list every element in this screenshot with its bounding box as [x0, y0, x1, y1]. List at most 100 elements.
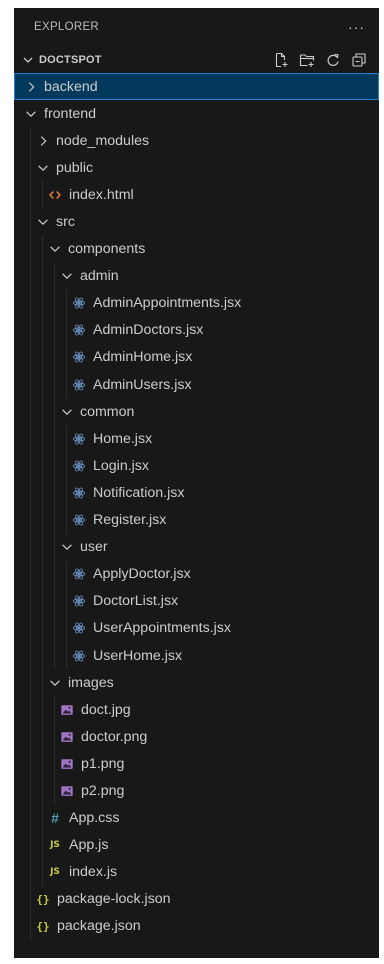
tree-item-label: UserAppointments.jsx [93, 620, 231, 637]
chevron-down-icon [47, 675, 63, 691]
image-icon [59, 783, 75, 799]
tree-item-label: Home.jsx [93, 430, 153, 447]
tree-file[interactable]: UserAppointments.jsx [14, 615, 379, 642]
tree-file[interactable]: AdminHome.jsx [14, 344, 379, 371]
tree-item-label: index.html [69, 186, 134, 203]
tree-item-label: App.css [69, 810, 120, 827]
tree-file[interactable]: ApplyDoctor.jsx [14, 561, 379, 588]
tree-folder[interactable]: common [14, 398, 379, 425]
tree-file[interactable]: Home.jsx [14, 425, 379, 452]
react-icon [71, 512, 87, 528]
tree-item-label: ApplyDoctor.jsx [93, 566, 191, 583]
indent-guide [30, 127, 31, 941]
tree-item-label: images [68, 674, 114, 691]
tree-file[interactable]: AdminUsers.jsx [14, 371, 379, 398]
tree-item-label: Register.jsx [93, 512, 167, 529]
javascript-icon: JS [50, 840, 60, 851]
json-icon: {} [36, 919, 50, 933]
tree-file[interactable]: {} package.json [14, 913, 379, 940]
tree-item-label: public [56, 159, 94, 176]
tree-item-label: doct.jpg [81, 701, 131, 718]
react-icon [71, 431, 87, 447]
tree-item-label: p2.png [81, 782, 125, 799]
chevron-down-icon [59, 268, 75, 284]
tree-file[interactable]: Login.jsx [14, 452, 379, 479]
tree-item-label: index.js [69, 864, 118, 881]
workspace-section-header[interactable]: DOCTSPOT [14, 46, 379, 73]
tree-item-label: Notification.jsx [93, 484, 185, 501]
react-icon [71, 485, 87, 501]
tree-item-label: AdminAppointments.jsx [93, 295, 242, 312]
tree-item-label: UserHome.jsx [93, 647, 183, 664]
tree-item-label: AdminUsers.jsx [93, 376, 192, 393]
tree-item-label: components [68, 241, 146, 258]
tree-folder[interactable]: src [14, 208, 379, 235]
collapse-all-icon[interactable] [349, 50, 369, 70]
chevron-down-icon [59, 404, 75, 420]
new-file-icon[interactable] [271, 50, 291, 70]
tree-item-label: AdminHome.jsx [93, 349, 193, 366]
tree-item-label: node_modules [56, 132, 150, 149]
tree-item-label: backend [44, 78, 98, 95]
tree-file[interactable]: {} package-lock.json [14, 886, 379, 913]
react-icon [71, 458, 87, 474]
explorer-header: EXPLORER ··· [14, 8, 379, 46]
tree-file[interactable]: doct.jpg [14, 696, 379, 723]
workspace-title: DOCTSPOT [39, 53, 102, 66]
tree-file[interactable]: Notification.jsx [14, 479, 379, 506]
tree-item-label: frontend [44, 105, 97, 122]
html-icon [47, 187, 63, 203]
tree-folder[interactable]: components [14, 236, 379, 263]
tree-file[interactable]: # App.css [14, 805, 379, 832]
react-icon [71, 566, 87, 582]
chevron-right-icon [35, 133, 51, 149]
tree-file[interactable]: doctor.png [14, 723, 379, 750]
tree-file[interactable]: AdminAppointments.jsx [14, 290, 379, 317]
tree-folder[interactable]: user [14, 534, 379, 561]
tree-file[interactable]: JS index.js [14, 859, 379, 886]
chevron-right-icon [23, 79, 39, 95]
indent-guide [42, 235, 43, 886]
react-icon [71, 322, 87, 338]
file-tree: backend frontend node_modulespublic index.h… [14, 73, 379, 941]
tree-folder[interactable]: public [14, 154, 379, 181]
tree-file[interactable]: JS App.js [14, 832, 379, 859]
tree-item-label: doctor.png [81, 728, 148, 745]
tree-file[interactable]: AdminDoctors.jsx [14, 317, 379, 344]
tree-folder[interactable]: images [14, 669, 379, 696]
tree-file[interactable]: p2.png [14, 777, 379, 804]
javascript-icon: JS [50, 867, 60, 878]
tree-file[interactable]: UserHome.jsx [14, 642, 379, 669]
react-icon [71, 377, 87, 393]
chevron-down-icon [35, 214, 51, 230]
tree-file[interactable]: index.html [14, 181, 379, 208]
chevron-down-icon [20, 52, 36, 68]
tree-file[interactable]: p1.png [14, 750, 379, 777]
chevron-down-icon [59, 539, 75, 555]
tree-file[interactable]: DoctorList.jsx [14, 588, 379, 615]
chevron-down-icon [23, 106, 39, 122]
chevron-down-icon [35, 160, 51, 176]
tree-item-label: Login.jsx [93, 457, 149, 474]
tree-file[interactable]: Register.jsx [14, 507, 379, 534]
tree-folder[interactable]: frontend [14, 100, 379, 127]
indent-guide [66, 425, 67, 534]
refresh-icon[interactable] [323, 50, 343, 70]
tree-folder[interactable]: admin [14, 263, 379, 290]
react-icon [71, 349, 87, 365]
tree-item-label: common [80, 403, 135, 420]
react-icon [71, 648, 87, 664]
image-icon [59, 702, 75, 718]
tree-item-label: admin [80, 268, 119, 285]
tree-item-label: p1.png [81, 755, 125, 772]
more-actions-icon[interactable]: ··· [344, 19, 369, 35]
tree-item-label: AdminDoctors.jsx [93, 322, 204, 339]
indent-guide [54, 696, 55, 805]
tree-item-label: user [80, 539, 108, 556]
react-icon [71, 295, 87, 311]
tree-folder[interactable]: node_modules [14, 127, 379, 154]
tree-folder[interactable]: backend [14, 73, 379, 101]
image-icon [59, 729, 75, 745]
new-folder-icon[interactable] [297, 50, 317, 70]
indent-guide [66, 289, 67, 399]
